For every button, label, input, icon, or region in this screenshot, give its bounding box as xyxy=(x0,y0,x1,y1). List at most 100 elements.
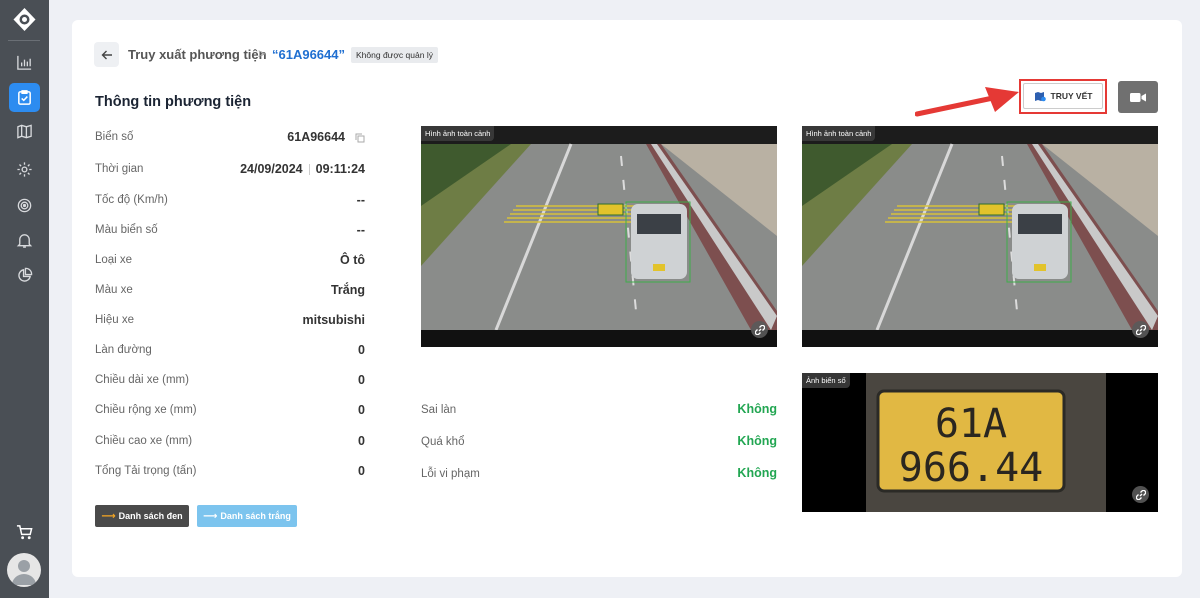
blacklist-button[interactable]: ⟶ Danh sách đen xyxy=(95,505,189,527)
info-label: Biển số xyxy=(95,131,134,143)
vehicle-detail-card: Truy xuất phương tiện > “61A96644” Không… xyxy=(72,20,1182,577)
plate-line-1: 61A xyxy=(935,401,1007,447)
info-row-length: Chiều dài xe (mm) 0 xyxy=(95,372,365,388)
info-row-time: Thời gian 24/09/2024 09:11:24 xyxy=(95,161,365,177)
info-label: Loại xe xyxy=(95,254,133,266)
info-value: -- xyxy=(356,223,365,237)
info-label: Màu biển số xyxy=(95,224,158,236)
link-icon[interactable] xyxy=(751,321,768,338)
overview-image-2[interactable]: Hình ảnh toàn cảnh xyxy=(802,126,1158,347)
pie-chart-icon xyxy=(18,267,33,282)
info-label: Chiều cao xe (mm) xyxy=(95,435,193,447)
sidebar-divider xyxy=(8,40,40,41)
bell-icon xyxy=(16,234,33,248)
info-value: 0 xyxy=(358,343,365,357)
info-label: Hiệu xe xyxy=(95,314,134,326)
map-route-icon xyxy=(1034,91,1046,101)
info-value: Ô tô xyxy=(340,253,365,267)
violation-label: Quá khổ xyxy=(421,436,465,448)
info-row-height: Chiều cao xe (mm) 0 xyxy=(95,433,365,449)
plate-value: 61A96644 xyxy=(287,130,365,144)
info-row-brand: Hiệu xe mitsubishi xyxy=(95,312,365,328)
user-icon xyxy=(12,560,36,585)
whitelist-button-label: Danh sách trắng xyxy=(220,511,291,521)
image-tag: Hình ảnh toàn cảnh xyxy=(421,126,495,141)
page-title: Thông tin phương tiện xyxy=(95,94,252,110)
breadcrumb-parent[interactable]: Truy xuất phương tiện xyxy=(128,47,267,62)
info-row-lane: Làn đường 0 xyxy=(95,342,365,358)
info-row-width: Chiều rộng xe (mm) 0 xyxy=(95,402,365,418)
sidebar-item-settings[interactable] xyxy=(9,155,40,184)
info-row-vehicle-type: Loại xe Ô tô xyxy=(95,252,365,268)
sidebar-item-camera[interactable] xyxy=(9,191,40,220)
info-label: Chiều dài xe (mm) xyxy=(95,374,189,386)
info-value: Trắng xyxy=(330,283,365,297)
link-icon[interactable] xyxy=(1132,321,1149,338)
violation-row-oversize: Quá khổ Không xyxy=(421,434,777,450)
sidebar-item-reports[interactable] xyxy=(9,261,40,290)
info-value: 0 xyxy=(358,403,365,417)
gear-icon xyxy=(17,162,32,177)
violation-value: Không xyxy=(737,434,777,448)
red-arrow-annotation xyxy=(915,87,1019,117)
info-label: Màu xe xyxy=(95,284,133,296)
arrow-left-icon xyxy=(101,50,112,59)
trace-button-label: TRUY VẾT xyxy=(1050,91,1093,101)
trace-button[interactable]: TRUY VẾT xyxy=(1023,83,1103,109)
info-value: 0 xyxy=(358,464,365,478)
clipboard-check-icon xyxy=(18,90,31,105)
image-tag: Ảnh biển số xyxy=(802,373,850,388)
info-row-plate-color: Màu biển số -- xyxy=(95,222,365,238)
info-row-plate: Biển số 61A96644 xyxy=(95,129,365,145)
plate-line-2: 966.44 xyxy=(899,445,1044,491)
violation-row-wrong-lane: Sai làn Không xyxy=(421,402,777,418)
sidebar-item-alerts[interactable] xyxy=(9,226,40,255)
info-label: Chiều rộng xe (mm) xyxy=(95,404,197,416)
info-value: -- xyxy=(356,193,365,207)
violation-value: Không xyxy=(737,402,777,416)
overview-image-1[interactable]: Hình ảnh toàn cảnh xyxy=(421,126,777,347)
violation-label: Lỗi vi phạm xyxy=(421,468,480,480)
info-label: Tốc độ (Km/h) xyxy=(95,194,168,206)
image-tag: Hình ảnh toàn cảnh xyxy=(802,126,876,141)
info-value: 0 xyxy=(358,434,365,448)
info-value: mitsubishi xyxy=(302,313,365,327)
info-value: 0 xyxy=(358,373,365,387)
back-button[interactable] xyxy=(94,42,119,67)
violation-value: Không xyxy=(737,466,777,480)
violation-row-offense: Lỗi vi phạm Không xyxy=(421,466,777,482)
whitelist-button[interactable]: ⟶ Danh sách trắng xyxy=(197,505,297,527)
breadcrumb-separator: > xyxy=(258,46,266,61)
plate-image[interactable]: Ảnh biển số 61A 966.44 xyxy=(802,373,1158,512)
link-icon[interactable] xyxy=(1132,486,1149,503)
cart-icon xyxy=(16,525,33,540)
info-row-weight: Tổng Tải trọng (tấn) 0 xyxy=(95,463,365,479)
bar-chart-icon xyxy=(17,55,32,70)
info-row-speed: Tốc độ (Km/h) -- xyxy=(95,192,365,208)
info-label: Tổng Tải trọng (tấn) xyxy=(95,465,197,477)
road-scene-image xyxy=(802,126,1158,347)
road-scene-image xyxy=(421,126,777,347)
sidebar xyxy=(0,0,49,598)
breadcrumb-current: “61A96644” xyxy=(272,47,345,62)
arrow-right-icon: ⟶ xyxy=(203,510,218,522)
video-camera-icon xyxy=(1130,92,1146,102)
arrow-right-icon: ⟶ xyxy=(101,510,116,522)
sidebar-item-cart[interactable] xyxy=(9,518,40,547)
time-value: 24/09/2024 09:11:24 xyxy=(240,162,365,176)
copy-icon[interactable] xyxy=(355,133,365,143)
violation-label: Sai làn xyxy=(421,404,457,416)
video-button[interactable] xyxy=(1118,81,1158,113)
info-label: Làn đường xyxy=(95,344,152,356)
license-plate-image: 61A 966.44 xyxy=(802,373,1158,512)
blacklist-button-label: Danh sách đen xyxy=(118,511,183,521)
target-icon xyxy=(17,198,32,213)
sidebar-item-statistics[interactable] xyxy=(9,48,40,77)
map-icon xyxy=(17,124,32,139)
logo-icon[interactable] xyxy=(12,7,37,32)
status-badge: Không được quản lý xyxy=(351,47,438,63)
avatar[interactable] xyxy=(7,553,41,587)
sidebar-item-map[interactable] xyxy=(9,117,40,146)
sidebar-item-vehicle-lookup[interactable] xyxy=(9,83,40,112)
info-row-vehicle-color: Màu xe Trắng xyxy=(95,282,365,298)
